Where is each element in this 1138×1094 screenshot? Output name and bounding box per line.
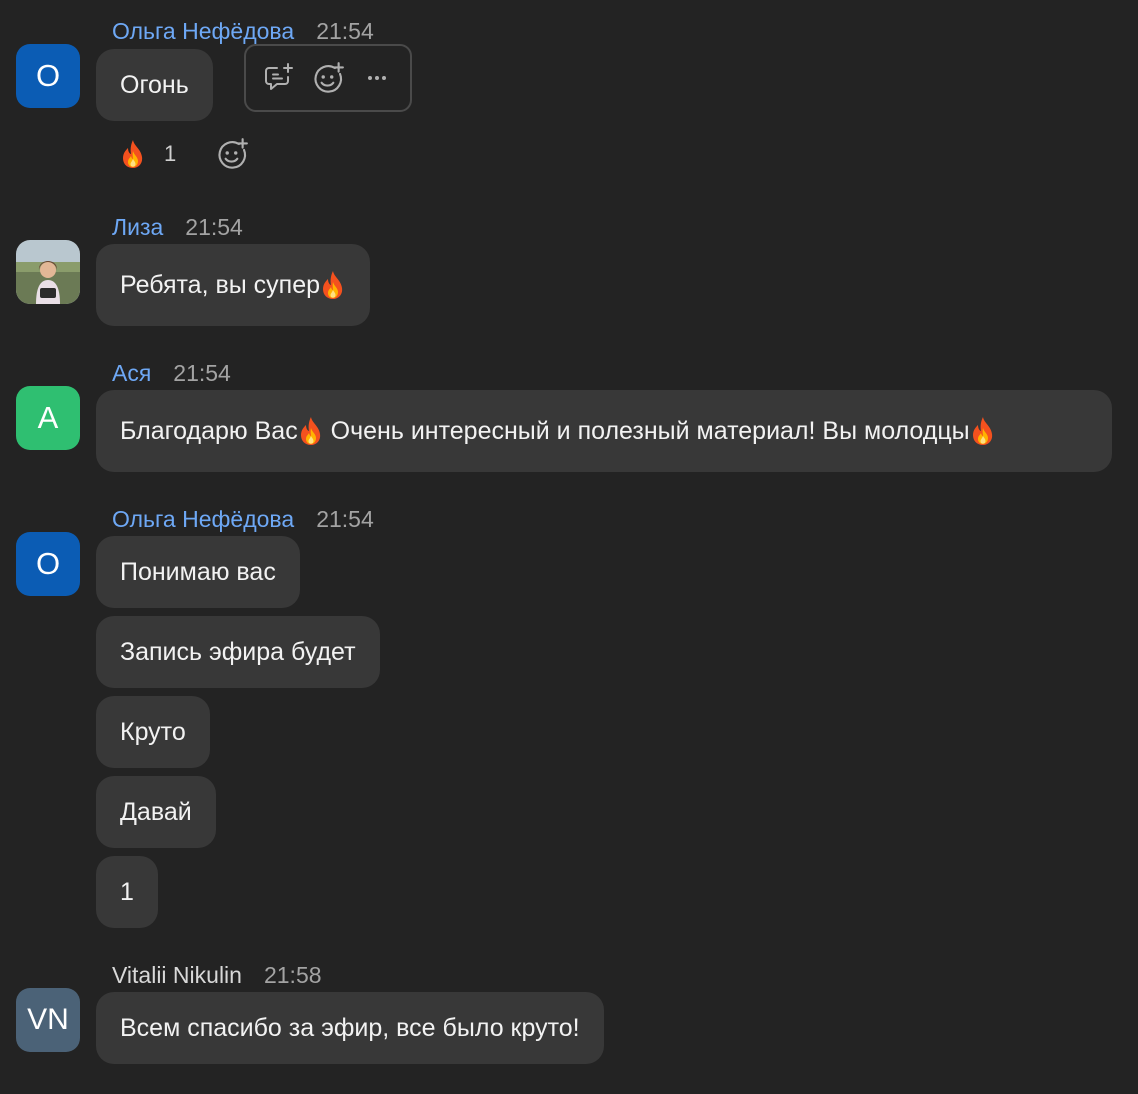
chat-message-list: О Ольга Нефёдова 21:54 Огонь 1 Лиза 21:5…	[0, 0, 1138, 1094]
message-text: 1	[120, 877, 134, 906]
fire-icon	[320, 270, 346, 300]
message-time: 21:54	[173, 360, 231, 386]
message-text: Ребята, вы супер	[120, 270, 321, 299]
fire-icon	[120, 139, 146, 169]
avatar[interactable]: А	[16, 386, 80, 450]
author-name[interactable]: Лиза	[112, 214, 163, 240]
message-bubble[interactable]: Понимаю вас	[96, 536, 300, 608]
message-bubble[interactable]: Ребята, вы супер	[96, 244, 371, 326]
reply-in-thread-button[interactable]	[259, 58, 299, 98]
message-text: Давай	[120, 797, 192, 826]
message-time: 21:54	[185, 214, 243, 240]
reaction-count: 1	[164, 141, 177, 166]
reactions-row: 1	[120, 134, 252, 174]
add-reaction-button[interactable]	[308, 58, 348, 98]
message-time: 21:54	[316, 18, 374, 44]
message-text: Понимаю вас	[120, 557, 276, 586]
message-bubble[interactable]: Давай	[96, 776, 216, 848]
more-options-icon	[368, 76, 387, 80]
fire-icon	[298, 416, 324, 446]
reaction-chip[interactable]: 1	[120, 139, 176, 169]
avatar[interactable]: О	[16, 44, 80, 108]
avatar[interactable]: VN	[16, 988, 80, 1052]
reply-in-thread-icon	[264, 63, 293, 90]
message-bubble[interactable]: Запись эфира будет	[96, 616, 380, 688]
author-name[interactable]: Ольга Нефёдова	[112, 18, 294, 44]
fire-icon	[970, 416, 996, 446]
message-bubble[interactable]: Огонь	[96, 49, 213, 121]
message-text: Очень интересный и полезный материал! Вы…	[323, 416, 970, 445]
message-header: Ольга Нефёдова 21:54	[112, 17, 374, 45]
message-bubble[interactable]: Всем спасибо за эфир, все было круто!	[96, 992, 604, 1064]
add-reaction-icon	[215, 137, 249, 171]
avatar-initial: А	[37, 400, 59, 435]
message-header: Ольга Нефёдова 21:54	[112, 505, 374, 533]
more-options-button[interactable]	[357, 58, 397, 98]
message-actions-toolbar	[244, 44, 412, 112]
user-photo	[16, 240, 80, 304]
avatar-initial: О	[35, 58, 61, 93]
message-text: Запись эфира будет	[120, 637, 356, 666]
avatar[interactable]	[16, 240, 80, 304]
message-bubble[interactable]: Благодарю Вас Очень интересный и полезны…	[96, 390, 1112, 472]
message-text: Круто	[120, 717, 186, 746]
avatar-initial: О	[35, 546, 61, 581]
message-header: Ася 21:54	[112, 359, 231, 387]
message-text: Огонь	[120, 70, 189, 99]
message-bubble[interactable]: 1	[96, 856, 158, 928]
author-name[interactable]: Vitalii Nikulin	[112, 962, 242, 988]
avatar-initial: VN	[27, 1003, 69, 1036]
author-name[interactable]: Ольга Нефёдова	[112, 506, 294, 532]
author-name[interactable]: Ася	[112, 360, 151, 386]
message-header: Лиза 21:54	[112, 213, 243, 241]
message-text: Всем спасибо за эфир, все было круто!	[120, 1013, 580, 1042]
add-reaction-icon	[311, 61, 345, 95]
message-header: Vitalii Nikulin 21:58	[112, 961, 322, 989]
message-bubble[interactable]: Круто	[96, 696, 210, 768]
avatar[interactable]: О	[16, 532, 80, 596]
message-text: Благодарю Вас	[120, 416, 298, 445]
message-time: 21:58	[263, 962, 322, 988]
add-reaction-button[interactable]	[212, 134, 252, 174]
message-time: 21:54	[316, 506, 374, 532]
